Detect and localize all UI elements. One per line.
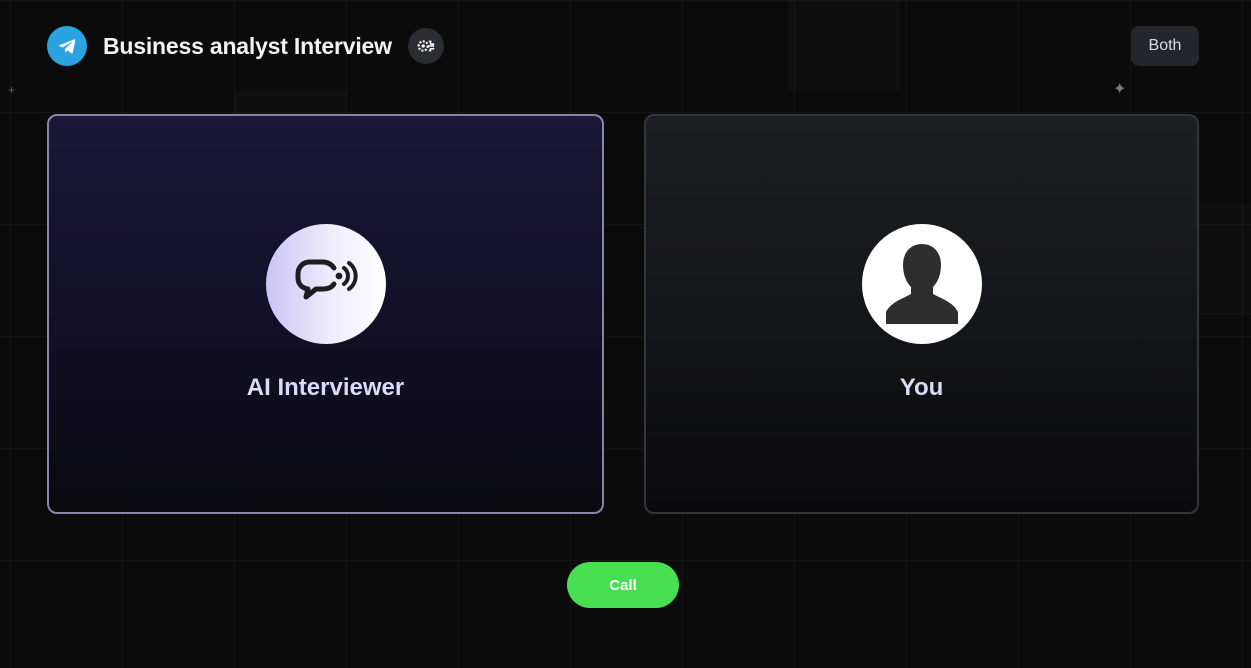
mode-both-button[interactable]: Both [1131, 26, 1199, 66]
ai-avatar [265, 224, 386, 344]
bg-tile [788, 0, 900, 90]
user-label: You [899, 374, 944, 401]
ai-interviewer-label: AI Interviewer [246, 374, 405, 401]
telegram-icon [47, 26, 87, 66]
sparkle-decoration: ✦ [1113, 81, 1127, 98]
page-title: Business analyst Interview [103, 32, 392, 59]
call-button[interactable]: Call [567, 562, 679, 608]
user-avatar [861, 224, 982, 344]
bg-tile [1199, 203, 1251, 315]
chat-audio-icon [295, 259, 358, 300]
header: Business analyst Interview [47, 26, 444, 66]
user-panel: You [644, 114, 1199, 514]
user-silhouette-icon [885, 244, 958, 324]
sparkle-decoration: + [8, 83, 16, 97]
ai-interviewer-panel: AI Interviewer [47, 114, 604, 514]
bg-tile [234, 90, 346, 114]
brain-gear-icon [407, 28, 444, 64]
